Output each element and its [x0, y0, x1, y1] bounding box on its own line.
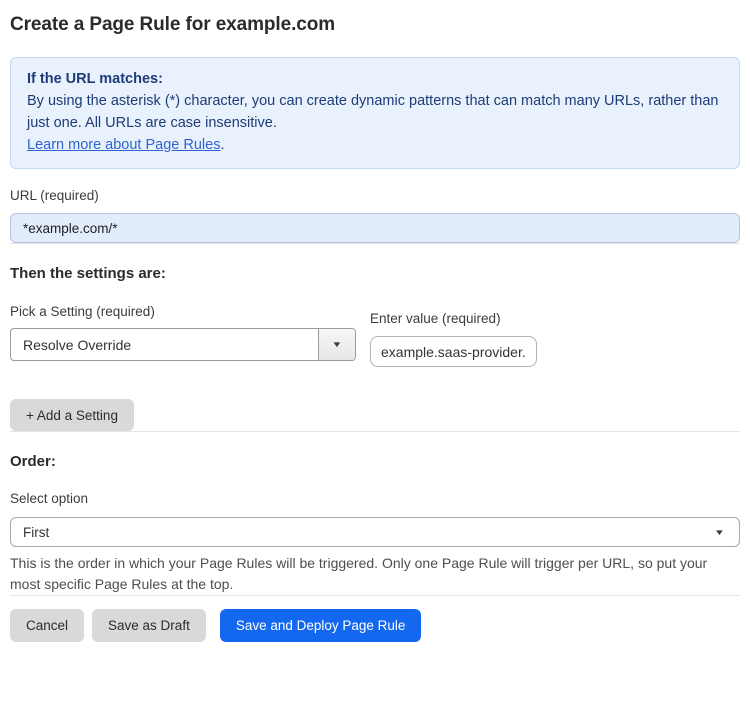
order-select[interactable]: First ▼ [10, 517, 740, 547]
setting-value-input[interactable] [370, 336, 537, 367]
chevron-down-icon: ▼ [331, 340, 343, 349]
chevron-down-icon: ▼ [713, 527, 725, 537]
enter-value-column: Enter value (required) [370, 311, 537, 367]
url-input[interactable] [10, 213, 740, 243]
create-page-rule-form: Create a Page Rule for example.com If th… [10, 13, 740, 642]
setting-row: Pick a Setting (required) Resolve Overri… [10, 304, 740, 367]
save-and-deploy-button[interactable]: Save and Deploy Page Rule [219, 609, 422, 642]
add-setting-button[interactable]: + Add a Setting [10, 399, 134, 431]
section-divider [10, 595, 740, 596]
setting-select-arrow-button[interactable]: ▼ [318, 329, 355, 360]
info-box-body: By using the asterisk (*) character, you… [27, 93, 719, 131]
save-as-draft-button[interactable]: Save as Draft [92, 609, 206, 642]
info-box-heading: If the URL matches: [27, 71, 163, 87]
settings-section-heading: Then the settings are: [10, 265, 166, 282]
learn-more-link[interactable]: Learn more about Page Rules [27, 137, 220, 153]
info-box-link-line: Learn more about Page Rules. [27, 134, 723, 156]
footer-actions: Cancel Save as Draft Save and Deploy Pag… [10, 609, 740, 642]
url-field-label: URL (required) [10, 188, 99, 203]
setting-select-value: Resolve Override [23, 336, 132, 353]
cancel-button[interactable]: Cancel [10, 609, 85, 642]
pick-setting-column: Pick a Setting (required) Resolve Overri… [10, 304, 356, 367]
order-help-text: This is the order in which your Page Rul… [10, 555, 708, 592]
section-divider [10, 431, 740, 432]
page-title: Create a Page Rule for example.com [10, 14, 336, 35]
order-select-label: Select option [10, 491, 89, 506]
setting-select[interactable]: Resolve Override ▼ [10, 328, 356, 361]
section-divider [10, 243, 740, 244]
url-match-info-box: If the URL matches: By using the asteris… [10, 57, 740, 169]
pick-setting-label: Pick a Setting (required) [10, 304, 155, 319]
link-period: . [220, 137, 225, 153]
order-select-value: First [23, 524, 50, 540]
enter-value-label: Enter value (required) [370, 311, 501, 326]
order-section-heading: Order: [10, 453, 56, 470]
